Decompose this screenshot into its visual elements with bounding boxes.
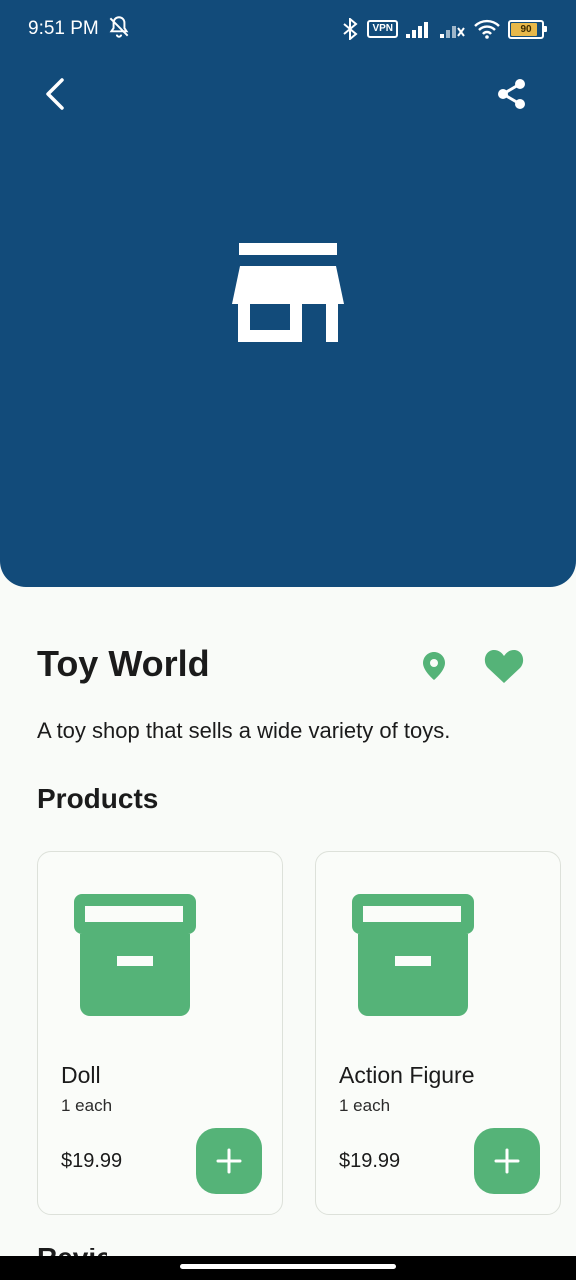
- wifi-icon: [474, 19, 500, 39]
- product-unit: 1 each: [339, 1096, 391, 1115]
- shop-description: A toy shop that sells a wide variety of …: [37, 718, 451, 743]
- share-button[interactable]: [487, 70, 535, 118]
- back-button[interactable]: [32, 70, 80, 118]
- product-unit: 1 each: [61, 1096, 113, 1115]
- status-bar: 9:51 PM VPN 90: [0, 0, 576, 60]
- product-card[interactable]: Action Figure 1 each $19.99: [315, 851, 561, 1215]
- vpn-badge: VPN: [367, 20, 398, 38]
- add-to-cart-button[interactable]: [474, 1128, 540, 1194]
- status-icons: VPN 90: [341, 16, 547, 42]
- heart-icon: [484, 650, 524, 683]
- shop-title: Toy World: [37, 643, 210, 684]
- chevron-left-icon: [46, 78, 64, 110]
- mute-icon: [109, 16, 129, 38]
- archive-box-icon: [352, 894, 474, 1016]
- header-banner: 9:51 PM VPN 90: [0, 0, 576, 587]
- product-name: Doll: [61, 1062, 101, 1088]
- product-card[interactable]: Doll 1 each $19.99: [37, 851, 283, 1215]
- signal-icon: [406, 22, 428, 38]
- battery-icon: 90: [508, 19, 547, 39]
- bluetooth-icon: [343, 18, 358, 40]
- product-price: $19.99: [61, 1150, 123, 1172]
- plus-icon: [494, 1148, 520, 1174]
- location-pin-icon: [423, 652, 445, 680]
- home-indicator[interactable]: [180, 1264, 396, 1269]
- store-icon: [232, 243, 344, 342]
- archive-box-icon: [74, 894, 196, 1016]
- share-icon: [498, 79, 525, 109]
- product-name: Action Figure: [339, 1062, 475, 1088]
- status-time: 9:51 PM: [28, 18, 99, 39]
- location-button[interactable]: [414, 646, 454, 686]
- plus-icon: [216, 1148, 242, 1174]
- product-price: $19.99: [339, 1150, 401, 1172]
- signal-icon-2: [440, 26, 465, 38]
- favorite-button[interactable]: [482, 644, 526, 688]
- add-to-cart-button[interactable]: [196, 1128, 262, 1194]
- products-heading: Products: [37, 783, 159, 814]
- system-nav-bar: [0, 1256, 576, 1280]
